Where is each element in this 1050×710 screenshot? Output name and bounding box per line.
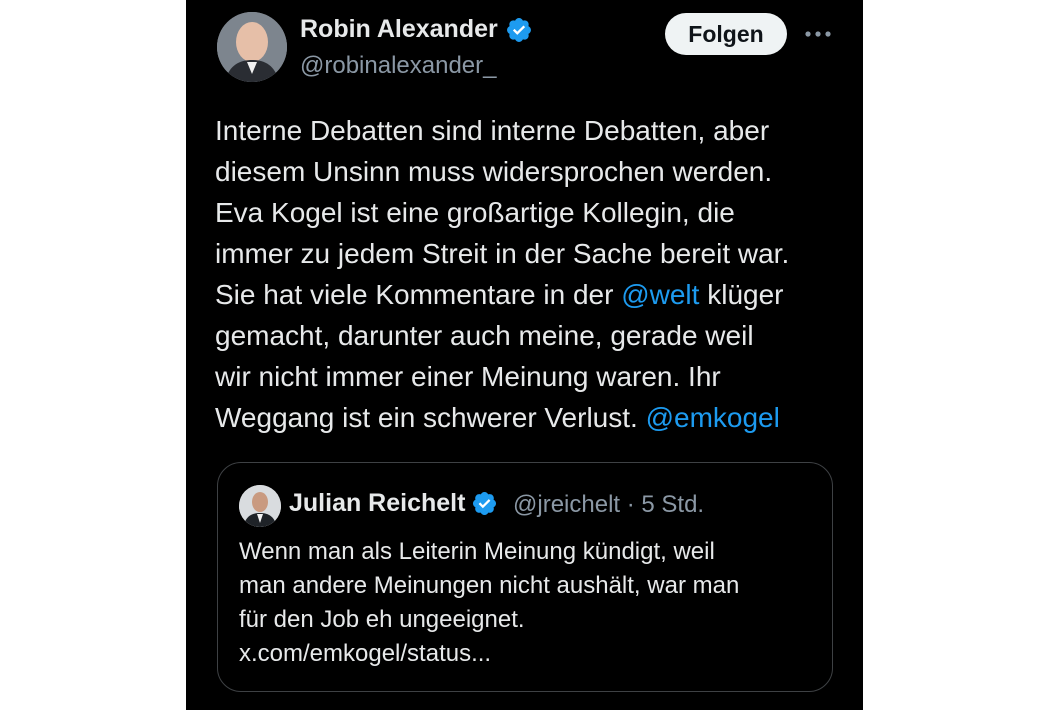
author-name-text: Robin Alexander	[300, 15, 498, 43]
quoted-tweet-line: man andere Meinungen nicht aushält, war …	[239, 572, 740, 599]
author-handle[interactable]: @robinalexander_	[300, 52, 497, 80]
mention-link-welt[interactable]: @welt	[621, 279, 699, 310]
tweet-line: Weggang ist ein schwerer Verlust. @emkog…	[215, 397, 855, 438]
more-horizontal-icon	[805, 31, 831, 37]
more-options-button[interactable]	[800, 18, 836, 50]
tweet-line: immer zu jedem Streit in der Sache berei…	[215, 238, 790, 269]
verified-badge-icon	[505, 16, 533, 44]
tweet-body: Interne Debatten sind interne Debatten, …	[215, 110, 855, 438]
tweet-line: Interne Debatten sind interne Debatten, …	[215, 115, 770, 146]
author-avatar-image	[217, 12, 287, 82]
tweet-line: diesem Unsinn muss widersprochen werden.	[215, 156, 773, 187]
tweet-text-segment: klüger	[699, 279, 784, 310]
tweet-card: Robin Alexander @robinalexander_ Folgen …	[186, 0, 863, 710]
tweet-line: Sie hat viele Kommentare in der @welt kl…	[215, 274, 855, 315]
tweet-line: gemacht, darunter auch meine, gerade wei…	[215, 320, 754, 351]
follow-button[interactable]: Folgen	[665, 13, 787, 55]
tweet-line: wir nicht immer einer Meinung waren. Ihr	[215, 361, 721, 392]
mention-link-emkogel[interactable]: @emkogel	[646, 402, 780, 433]
tweet-line: Eva Kogel ist eine großartige Kollegin, …	[215, 197, 735, 228]
quoted-handle-time: @jreichelt · 5 Std.	[513, 491, 705, 518]
tweet-text-segment: Weggang ist ein schwerer Verlust.	[215, 402, 646, 433]
tweet-text-segment: Sie hat viele Kommentare in der	[215, 279, 622, 310]
quoted-tweet[interactable]: Julian Reichelt @jreichelt · 5 Std. Wenn…	[217, 462, 833, 692]
verified-badge-icon	[471, 490, 498, 517]
quoted-tweet-line: Wenn man als Leiterin Meinung kündigt, w…	[239, 538, 715, 565]
author-name[interactable]: Robin Alexander	[300, 15, 533, 44]
quoted-tweet-line: für den Job eh ungeeignet.	[239, 606, 525, 633]
quoted-tweet-link[interactable]: x.com/emkogel/status...	[239, 637, 824, 671]
quoted-author-avatar[interactable]	[239, 485, 281, 527]
author-avatar[interactable]	[217, 12, 287, 82]
quoted-author-name-text: Julian Reichelt	[289, 489, 466, 517]
quoted-avatar-image	[239, 485, 281, 527]
quoted-author-name[interactable]: Julian Reichelt	[289, 489, 498, 518]
quoted-tweet-body: Wenn man als Leiterin Meinung kündigt, w…	[239, 535, 824, 671]
